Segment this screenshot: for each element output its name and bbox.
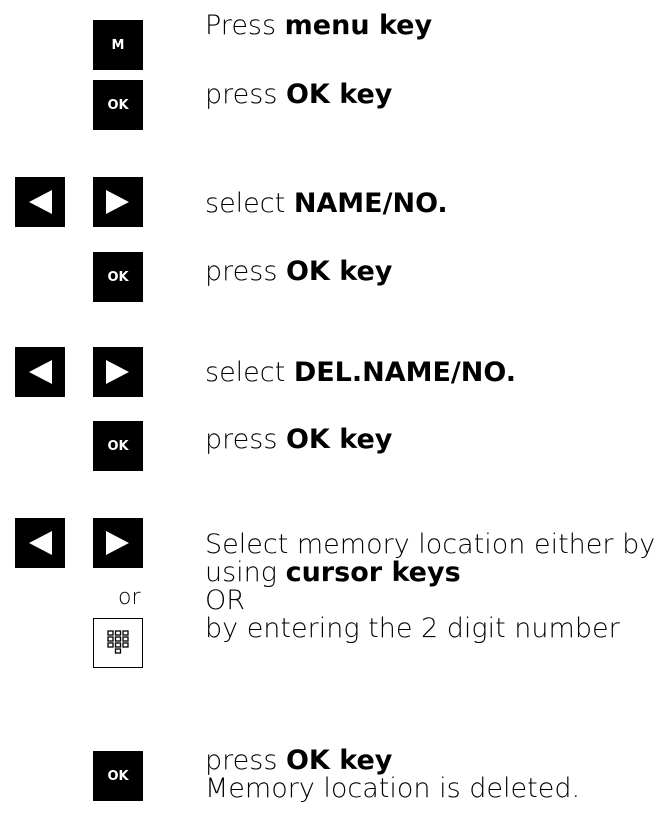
- step-press-ok-key-delete: press OK key Memory location is deleted.: [205, 745, 581, 804]
- ok-key[interactable]: OK: [93, 421, 143, 471]
- right-arrow-key-icon[interactable]: [93, 518, 143, 568]
- right-arrow-key-icon[interactable]: [93, 347, 143, 397]
- step-select-del-name-no: select DEL.NAME/NO.: [205, 357, 517, 388]
- step-press-ok-key: press OK key: [205, 256, 393, 287]
- or-label: or: [118, 585, 141, 610]
- step-press-menu-key: Press menu key: [205, 10, 433, 41]
- left-arrow-key-icon[interactable]: [15, 347, 65, 397]
- ok-key[interactable]: OK: [93, 80, 143, 130]
- step-select-memory-location: Select memory location either by using c…: [205, 529, 656, 644]
- step-press-ok-key: press OK key: [205, 424, 393, 455]
- ok-key-label: OK: [107, 768, 129, 784]
- step-select-name-no: select NAME/NO.: [205, 188, 448, 219]
- keypad-icon[interactable]: [93, 618, 143, 668]
- menu-key-label: M: [111, 37, 125, 53]
- left-arrow-key-icon[interactable]: [15, 177, 65, 227]
- ok-key-label: OK: [107, 269, 129, 285]
- ok-key-label: OK: [107, 438, 129, 454]
- menu-key[interactable]: M: [93, 20, 143, 70]
- step-press-ok-key: press OK key: [205, 79, 393, 110]
- ok-key-label: OK: [107, 97, 129, 113]
- ok-key[interactable]: OK: [93, 751, 143, 801]
- ok-key[interactable]: OK: [93, 252, 143, 302]
- right-arrow-key-icon[interactable]: [93, 177, 143, 227]
- left-arrow-key-icon[interactable]: [15, 518, 65, 568]
